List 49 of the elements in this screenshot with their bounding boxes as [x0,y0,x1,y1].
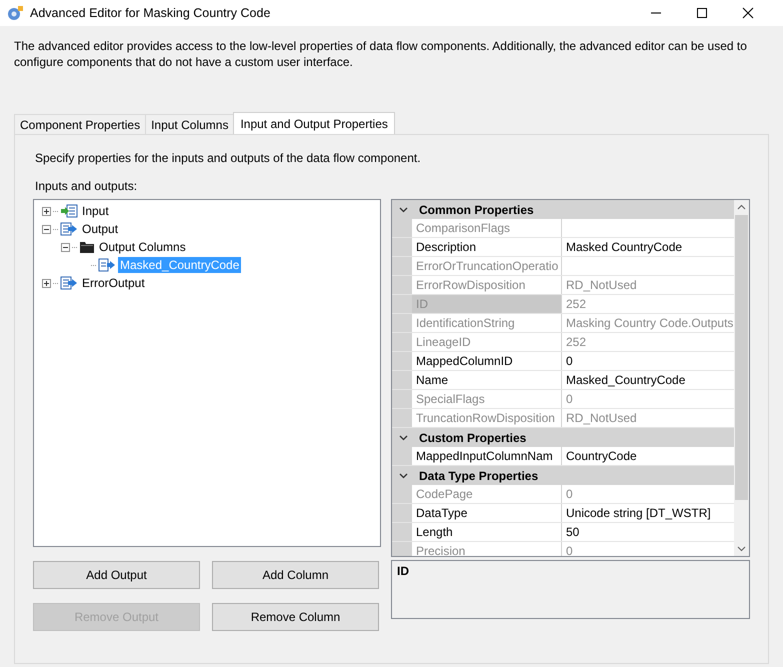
tab[interactable]: Input and Output Properties [233,112,395,134]
tree-item[interactable]: Output Columns [97,239,188,255]
app-icon [6,5,24,21]
property-name[interactable]: Name [412,371,562,389]
window-title: Advanced Editor for Masking Country Code [30,6,270,20]
output-icon [60,222,78,236]
collapse-icon[interactable] [399,434,408,440]
scrollbar[interactable] [734,200,749,556]
action-button[interactable]: Add Column [212,561,379,589]
property-name[interactable]: Description [412,238,562,256]
expand-icon[interactable] [42,278,51,288]
tab[interactable]: Input Columns [145,114,234,134]
property-description-title: ID [397,564,409,578]
property-value[interactable]: Unicode string [DT_WSTR] [562,504,734,522]
maximize-icon[interactable] [696,7,708,19]
property-value[interactable]: CountryCode [562,447,734,465]
tab[interactable]: Component Properties [14,114,146,134]
tree-item[interactable]: ErrorOutput [80,275,147,291]
close-icon[interactable] [742,7,754,19]
collapse-icon[interactable] [42,224,51,234]
tree-item[interactable]: Output [80,221,120,237]
property-value[interactable]: Masked_CountryCode [562,371,734,389]
column-icon [98,258,116,272]
property-value[interactable]: 50 [562,523,734,541]
property-name[interactable]: DataType [412,504,562,522]
input-icon [60,204,78,218]
property-name[interactable]: MappedColumnID [412,352,562,370]
tree-view[interactable]: Input Output Output Columns Masked_CountryCode ErrorOutput [33,199,381,547]
property-value[interactable]: Masked CountryCode [562,238,734,256]
action-button[interactable]: Add Output [33,561,200,589]
instruction-text: Specify properties for the inputs and outputs of the data flow component. [35,151,422,165]
output-icon [60,276,78,290]
scrollbar-thumb[interactable] [735,215,748,500]
collapse-icon[interactable] [399,472,408,478]
folder-icon [79,240,95,254]
tree-label: Inputs and outputs: [35,179,138,193]
collapse-icon[interactable] [61,242,70,252]
expand-icon[interactable] [42,206,51,216]
property-name[interactable]: Length [412,523,562,541]
property-name[interactable]: MappedInputColumnNam [412,447,562,465]
category-label: Custom Properties [419,430,526,444]
category-label: Common Properties [419,202,534,216]
collapse-icon[interactable] [399,206,408,212]
property-value[interactable]: 0 [562,352,734,370]
description-text: The advanced editor provides access to the low-level properties of data flow components. Additionally, the advanced editor can be used to configure components that do not have a custom user interface. [14,38,748,70]
action-button[interactable]: Remove Column [212,603,379,631]
tree-item[interactable]: Input [80,203,111,219]
property-grid[interactable] [391,199,750,557]
category-label: Data Type Properties [419,468,538,482]
